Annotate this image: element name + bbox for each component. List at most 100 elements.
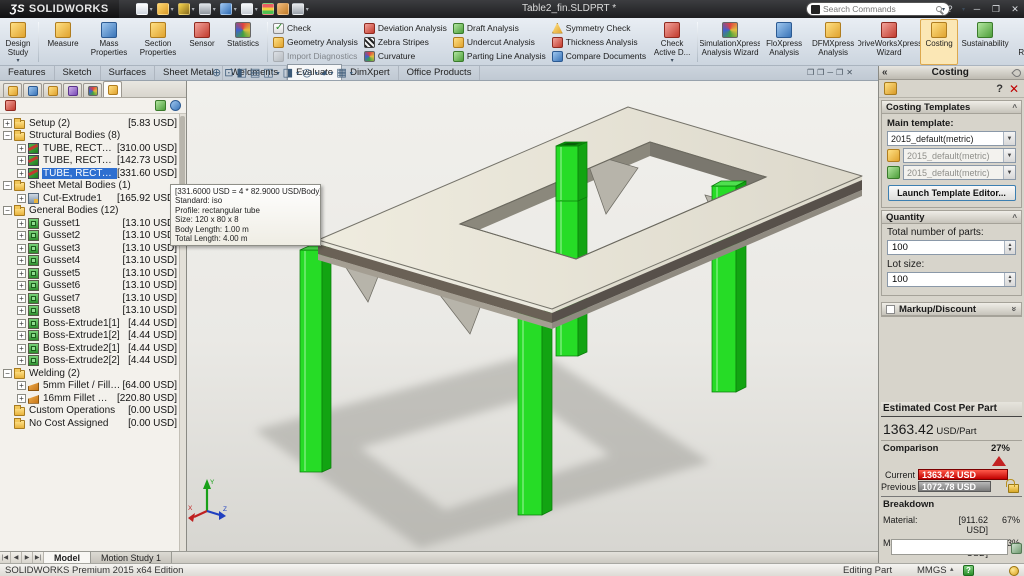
tree-item[interactable]: −Structural Bodies (8): [0, 130, 186, 143]
select-icon[interactable]: [241, 3, 253, 15]
expand-toggle-icon[interactable]: +: [17, 319, 26, 328]
tree-item[interactable]: Custom Operations[0.00 USD]: [0, 405, 186, 418]
table-leg-selected[interactable]: [300, 246, 331, 472]
search-input[interactable]: [820, 4, 936, 14]
section-view-icon[interactable]: ◧: [235, 68, 247, 79]
close-button[interactable]: ✕: [1008, 4, 1022, 15]
tree-item[interactable]: +Gusset1[13.10 USD]: [0, 217, 186, 230]
display-style-dropdown-icon[interactable]: ▾: [295, 70, 300, 77]
collapse-section-icon[interactable]: ^: [1012, 213, 1017, 222]
lot-size-field[interactable]: ▲▼: [887, 272, 1016, 287]
costing-manager-tab[interactable]: [103, 81, 122, 97]
tab-scroll-last-button[interactable]: ▶|: [33, 552, 44, 563]
total-parts-field[interactable]: ▲▼: [887, 240, 1016, 255]
property-manager-tab[interactable]: [23, 83, 42, 97]
tree-item[interactable]: −Sheet Metal Bodies (1): [0, 180, 186, 193]
table-leg-protrusion[interactable]: [556, 142, 587, 201]
expand-toggle-icon[interactable]: +: [17, 194, 26, 203]
simulationxpress-analysis-wizard-button[interactable]: SimulationXpress Analysis Wizard: [700, 19, 760, 65]
check-active-d-button[interactable]: Check Active D...▾: [649, 19, 695, 65]
rebuild-icon[interactable]: [262, 3, 274, 15]
configuration-manager-tab[interactable]: [43, 83, 62, 97]
tab-office-products[interactable]: Office Products: [399, 66, 481, 80]
search-commands-box[interactable]: ▾: [806, 2, 950, 16]
expand-toggle-icon[interactable]: +: [17, 281, 26, 290]
tab-scroll-prev-button[interactable]: ◀: [11, 552, 22, 563]
thickness-analysis-button[interactable]: Thickness Analysis: [552, 36, 646, 49]
expand-toggle-icon[interactable]: +: [17, 144, 26, 153]
markup-checkbox[interactable]: [886, 305, 895, 314]
dropdown-arrow-icon[interactable]: ▾: [234, 6, 237, 13]
expand-toggle-icon[interactable]: +: [17, 394, 26, 403]
expand-section-icon[interactable]: »: [1009, 306, 1019, 311]
measure-button[interactable]: Measure: [41, 19, 85, 65]
floxpress-analysis-wizard-button[interactable]: FloXpress Analysis Wizard: [760, 19, 808, 65]
hide-show-items-icon[interactable]: ◎: [301, 68, 313, 79]
tree-item[interactable]: +5mm Fillet / Fillet Weld (16)[64.00 USD…: [0, 380, 186, 393]
display-style-icon[interactable]: ◨: [282, 68, 294, 79]
launch-template-editor-button[interactable]: Launch Template Editor...: [888, 185, 1016, 201]
expand-toggle-icon[interactable]: +: [17, 356, 26, 365]
tab-features[interactable]: Features: [0, 66, 55, 80]
dropdown-arrow-icon[interactable]: ▾: [192, 6, 195, 13]
tree-item[interactable]: −General Bodies (12): [0, 205, 186, 218]
dropdown-arrow-icon[interactable]: ▾: [171, 6, 174, 13]
spinner-stepper[interactable]: ▲▼: [1004, 273, 1015, 286]
view-scene-icon[interactable]: ▦: [335, 68, 347, 79]
expand-toggle-icon[interactable]: −: [3, 369, 12, 378]
doc-tile-icon[interactable]: ❒: [817, 68, 824, 77]
tree-scrollbar[interactable]: [179, 114, 186, 551]
undo-icon[interactable]: [220, 3, 232, 15]
undercut-analysis-button[interactable]: Undercut Analysis: [453, 36, 546, 49]
expand-toggle-icon[interactable]: +: [17, 156, 26, 165]
dimxpert-manager-tab[interactable]: [63, 83, 82, 97]
geometry-analysis-button[interactable]: Geometry Analysis: [273, 36, 358, 49]
tab-scroll-first-button[interactable]: |◀: [0, 552, 11, 563]
collapse-section-icon[interactable]: ^: [1012, 103, 1017, 112]
expand-toggle-icon[interactable]: +: [17, 331, 26, 340]
tree-item[interactable]: +TUBE, RECTANGULAR 120 X...[331.60 USD]: [0, 167, 186, 180]
units-dropdown-icon[interactable]: ▴: [950, 565, 954, 573]
minimize-button[interactable]: ─: [970, 4, 984, 14]
tree-item[interactable]: +Gusset2[13.10 USD]: [0, 230, 186, 243]
zebra-stripes-button[interactable]: Zebra Stripes: [364, 36, 447, 49]
units-selector[interactable]: MMGS: [917, 565, 947, 576]
view-settings-icon[interactable]: ▤: [249, 68, 261, 79]
main-template-select[interactable]: 2015_default(metric) ▼: [887, 131, 1016, 146]
restore-button[interactable]: ❐: [989, 4, 1003, 15]
zoom-fit-icon[interactable]: ⊕: [211, 68, 222, 79]
part-reviewer-button[interactable]: Part Reviewer: [1012, 19, 1024, 65]
doc-minimize-button[interactable]: ─: [827, 68, 833, 77]
check-button[interactable]: Check: [273, 22, 358, 35]
expand-toggle-icon[interactable]: +: [17, 294, 26, 303]
chevron-down-icon[interactable]: ▼: [1003, 132, 1015, 145]
expand-toggle-icon[interactable]: +: [17, 231, 26, 240]
display-manager-tab[interactable]: [83, 83, 102, 97]
tree-item[interactable]: +Boss-Extrude2[2][4.44 USD]: [0, 355, 186, 368]
draft-analysis-button[interactable]: Draft Analysis: [453, 22, 546, 35]
tree-item[interactable]: +Boss-Extrude2[1][4.44 USD]: [0, 342, 186, 355]
tab-surfaces[interactable]: Surfaces: [101, 66, 156, 80]
expand-toggle-icon[interactable]: −: [3, 131, 12, 140]
tree-item[interactable]: +Cut-Extrude1[165.92 USD]: [0, 192, 186, 205]
tree-item[interactable]: No Cost Assigned[0.00 USD]: [0, 417, 186, 430]
costing-button[interactable]: Costing: [920, 19, 958, 65]
total-parts-input[interactable]: [888, 242, 1004, 253]
expand-toggle-icon[interactable]: +: [17, 244, 26, 253]
capture-icon[interactable]: [1011, 543, 1022, 554]
driveworksxpress-wizard-button[interactable]: DriveWorksXpress Wizard: [858, 19, 920, 65]
table-3d-model[interactable]: X Y Z: [187, 81, 878, 551]
edit-appearance-dropdown-icon[interactable]: ▾: [329, 70, 334, 77]
expand-toggle-icon[interactable]: +: [17, 306, 26, 315]
section-header[interactable]: Costing Templates ^: [882, 101, 1021, 114]
doc-close-button[interactable]: ✕: [846, 68, 853, 77]
search-icon[interactable]: [936, 6, 942, 12]
pin-icon[interactable]: [1011, 67, 1022, 78]
search-scope-icon[interactable]: [811, 5, 820, 14]
tab-motion-study[interactable]: Motion Study 1: [91, 552, 172, 563]
tree-item[interactable]: +Boss-Extrude1[1][4.44 USD]: [0, 317, 186, 330]
tree-item[interactable]: +Gusset4[13.10 USD]: [0, 255, 186, 268]
new-document-icon[interactable]: [136, 3, 148, 15]
tree-item[interactable]: +Boss-Extrude1[2][4.44 USD]: [0, 330, 186, 343]
tree-item[interactable]: +TUBE, RECTANGULAR 120 X...[310.00 USD]: [0, 142, 186, 155]
